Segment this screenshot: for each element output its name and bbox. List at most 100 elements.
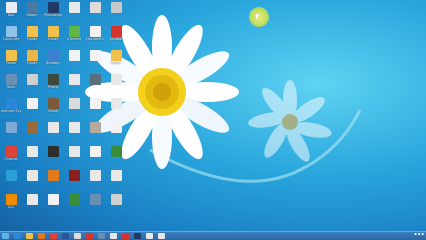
taskbar-button-chrome[interactable] xyxy=(50,233,57,239)
desktop-icon[interactable] xyxy=(43,193,63,205)
desktop-icon[interactable]: Steam xyxy=(22,1,42,17)
desktop-icon-label: Folder xyxy=(5,61,17,65)
taskbar-button-app4[interactable] xyxy=(110,233,117,239)
desktop-icon[interactable] xyxy=(106,145,126,157)
desktop-icon[interactable]: Internet Explorer xyxy=(1,97,21,113)
desktop-icon-glyph xyxy=(68,194,80,205)
taskbar-button-app7[interactable] xyxy=(158,233,165,239)
desktop-icon-glyph xyxy=(26,170,38,181)
desktop-icon-label: Game xyxy=(47,109,59,113)
desktop-icon-label: Tools xyxy=(6,85,16,89)
desktop-icon[interactable]: Folder xyxy=(22,25,42,41)
desktop-icon[interactable]: Photoshop xyxy=(43,1,63,17)
desktop-icon[interactable] xyxy=(1,169,21,181)
desktop-icon-glyph xyxy=(47,26,59,37)
desktop-icon-glyph xyxy=(89,50,101,61)
desktop-icon-label: Browser xyxy=(46,61,60,65)
desktop-icon-glyph xyxy=(47,2,59,13)
desktop-icon[interactable] xyxy=(64,1,84,13)
desktop-icon-glyph xyxy=(89,26,101,37)
desktop-icon[interactable] xyxy=(85,97,105,109)
desktop-icon[interactable] xyxy=(22,193,42,205)
desktop-icon[interactable] xyxy=(106,73,126,85)
desktop-icon[interactable] xyxy=(64,121,84,133)
desktop-icon[interactable] xyxy=(85,169,105,181)
desktop-icon-glyph xyxy=(5,194,17,205)
desktop-icon[interactable] xyxy=(106,193,126,205)
taskbar-button-app5[interactable] xyxy=(122,233,129,239)
desktop-icon-glyph xyxy=(110,146,122,157)
desktop-icon[interactable] xyxy=(85,193,105,205)
desktop-icon[interactable]: VLC xyxy=(1,193,21,209)
desktop-icon[interactable]: Computer xyxy=(1,25,21,41)
desktop-icon[interactable] xyxy=(85,1,105,13)
desktop-icon-glyph xyxy=(68,122,80,133)
taskbar-button-start[interactable] xyxy=(2,233,9,239)
desktop-icon[interactable] xyxy=(85,121,105,133)
desktop-icon[interactable]: Folder xyxy=(43,25,63,41)
desktop-icon[interactable] xyxy=(43,121,63,133)
taskbar-button-explorer[interactable] xyxy=(26,233,33,239)
taskbar-button-app6[interactable] xyxy=(146,233,153,239)
desktop-icon[interactable]: Acrobat xyxy=(106,25,126,41)
desktop-icon-label: Computer xyxy=(2,37,20,41)
desktop-icon-glyph xyxy=(89,74,101,85)
desktop[interactable]: Doc Steam Photoshop Computer Folder Folder uTo… xyxy=(0,0,426,231)
desktop-icon-label: Photoshop xyxy=(44,13,62,17)
desktop-icon[interactable] xyxy=(22,97,42,109)
desktop-icon[interactable]: Tools xyxy=(1,73,21,89)
desktop-icon[interactable] xyxy=(1,121,21,133)
desktop-icon[interactable] xyxy=(106,121,126,133)
desktop-icon[interactable]: Folder xyxy=(106,49,126,65)
desktop-icon[interactable] xyxy=(22,73,42,85)
taskbar-button-word[interactable] xyxy=(62,233,69,239)
desktop-icon[interactable]: Folder xyxy=(1,49,21,65)
system-tray-clock[interactable]: ▪ ▪ ▪ xyxy=(414,232,424,236)
desktop-icon[interactable] xyxy=(43,145,63,157)
desktop-icon[interactable] xyxy=(85,145,105,157)
desktop-icon-glyph xyxy=(110,194,122,205)
desktop-icon-glyph xyxy=(5,26,17,37)
desktop-icon[interactable]: Game xyxy=(43,97,63,113)
desktop-icon[interactable]: uTorrent xyxy=(64,25,84,41)
desktop-icon[interactable]: Photo xyxy=(43,73,63,89)
taskbar-button-app1[interactable] xyxy=(74,233,81,239)
desktop-icon[interactable]: Doc xyxy=(1,1,21,17)
desktop-icon[interactable] xyxy=(64,49,84,61)
desktop-icon[interactable] xyxy=(64,169,84,181)
desktop-icon[interactable] xyxy=(106,169,126,181)
desktop-icon-glyph xyxy=(89,2,101,13)
desktop-icon[interactable] xyxy=(22,169,42,181)
desktop-icon-glyph xyxy=(68,2,80,13)
desktop-icon-glyph xyxy=(68,74,80,85)
desktop-icon[interactable] xyxy=(85,73,105,85)
desktop-icon-glyph xyxy=(26,50,38,61)
taskbar-button-app2[interactable] xyxy=(86,233,93,239)
cursor-highlight xyxy=(249,7,269,27)
taskbar-button-photoshop[interactable] xyxy=(134,233,141,239)
desktop-icon[interactable]: Browser xyxy=(43,49,63,65)
desktop-icon-glyph xyxy=(110,74,122,85)
desktop-icon[interactable] xyxy=(64,73,84,85)
desktop-icon-glyph xyxy=(5,98,17,109)
desktop-icon[interactable] xyxy=(64,193,84,205)
desktop-icon[interactable] xyxy=(22,145,42,157)
desktop-icon[interactable]: Chrome xyxy=(1,145,21,161)
desktop-icon[interactable] xyxy=(22,121,42,133)
desktop-icon-glyph xyxy=(110,26,122,37)
desktop-icon[interactable] xyxy=(85,49,105,61)
taskbar-button-app3[interactable] xyxy=(98,233,105,239)
desktop-icon-label: uTorrent xyxy=(67,37,81,41)
taskbar-button-media[interactable] xyxy=(38,233,45,239)
desktop-icon[interactable] xyxy=(106,97,126,109)
desktop-icon[interactable] xyxy=(43,169,63,181)
taskbar-button-ie[interactable] xyxy=(14,233,21,239)
desktop-icon-glyph xyxy=(110,2,122,13)
desktop-icon[interactable] xyxy=(64,145,84,157)
desktop-icon-glyph xyxy=(26,146,38,157)
desktop-icon[interactable] xyxy=(106,1,126,13)
desktop-icon[interactable]: Document xyxy=(85,25,105,41)
desktop-icon[interactable]: Folder xyxy=(22,49,42,65)
desktop-icon-glyph xyxy=(47,146,59,157)
desktop-icon[interactable] xyxy=(64,97,84,109)
